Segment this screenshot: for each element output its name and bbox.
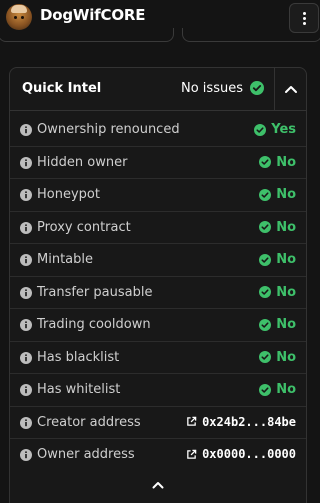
intel-status: No	[259, 155, 296, 170]
chevron-up-icon	[285, 86, 297, 93]
check-circle-icon	[254, 123, 267, 136]
info-icon[interactable]	[20, 189, 32, 201]
intel-status-value: No	[276, 284, 296, 300]
intel-status: No	[259, 187, 296, 202]
external-link-icon	[187, 449, 197, 459]
info-icon[interactable]	[20, 254, 32, 266]
quick-intel-header: Quick Intel No issues	[10, 68, 306, 111]
info-icon[interactable]	[20, 221, 32, 234]
intel-label: Has whitelist	[37, 382, 121, 397]
intel-row-trading-cooldown: Trading cooldown No	[10, 309, 306, 342]
intel-label: Has blacklist	[37, 349, 120, 365]
intel-row-transfer-pausable: Transfer pausable No	[10, 277, 306, 309]
intel-list: Ownership renounced Yes Hidden owner No …	[10, 114, 306, 472]
info-icon[interactable]	[20, 124, 32, 136]
check-circle-icon	[259, 156, 272, 168]
tab-button-left[interactable]	[0, 28, 174, 42]
intel-label: Trading cooldown	[37, 317, 151, 332]
intel-label: Proxy contract	[37, 219, 131, 235]
info-icon[interactable]	[20, 351, 32, 364]
intel-status-value: No	[276, 154, 296, 170]
intel-status: Yes	[254, 122, 296, 137]
check-circle-icon	[259, 188, 272, 201]
intel-row-has-blacklist: Has blacklist No	[10, 342, 306, 374]
check-circle-icon	[250, 81, 264, 95]
scroll-up-button[interactable]	[149, 476, 167, 494]
intel-status: No	[259, 382, 296, 397]
hat-icon	[11, 5, 27, 13]
intel-status-value: No	[276, 317, 296, 332]
intel-status: No	[259, 220, 296, 235]
intel-row-hidden-owner: Hidden owner No	[10, 147, 306, 179]
intel-row-ownership-renounced: Ownership renounced Yes	[10, 114, 306, 147]
kebab-menu-icon	[302, 11, 306, 25]
owner-address-link[interactable]: 0x0000...0000	[186, 447, 296, 461]
intel-row-mintable: Mintable No	[10, 244, 306, 277]
intel-row-owner-address: Owner address 0x0000...0000	[10, 439, 306, 472]
check-circle-icon	[259, 286, 272, 298]
eye-icon	[21, 16, 24, 19]
token-header: DogWifCORE	[0, 0, 320, 44]
chevron-up-icon	[152, 482, 164, 489]
intel-label: Mintable	[37, 252, 93, 267]
intel-status-value: No	[276, 219, 296, 235]
token-avatar	[6, 4, 32, 30]
info-icon[interactable]	[20, 286, 32, 299]
info-icon[interactable]	[20, 319, 32, 331]
check-circle-icon	[259, 351, 272, 363]
intel-row-proxy-contract: Proxy contract No	[10, 212, 306, 244]
intel-status-value: No	[276, 252, 296, 267]
check-circle-icon	[259, 318, 272, 331]
token-name: DogWifCORE	[40, 6, 146, 24]
info-icon[interactable]	[20, 156, 32, 169]
issues-summary: No issues	[181, 81, 243, 96]
intel-row-honeypot: Honeypot No	[10, 179, 306, 212]
intel-status: No	[259, 317, 296, 332]
intel-label: Owner address	[37, 447, 135, 462]
intel-status: No	[259, 285, 296, 300]
intel-status-value: No	[276, 187, 296, 202]
eye-icon	[14, 16, 17, 19]
owner-address-value: 0x0000...0000	[202, 447, 296, 461]
info-icon[interactable]	[20, 384, 32, 396]
intel-status-value: No	[276, 382, 296, 397]
check-circle-icon	[259, 383, 272, 396]
quick-intel-card: Quick Intel No issues Ownership renounce…	[9, 67, 307, 503]
check-circle-icon	[259, 221, 272, 233]
intel-row-has-whitelist: Has whitelist No	[10, 374, 306, 407]
intel-label: Hidden owner	[37, 154, 128, 170]
external-link-icon	[187, 416, 197, 426]
quick-intel-title: Quick Intel	[22, 81, 102, 96]
token-page: DogWifCORE Quick Intel No issues Ownersh…	[0, 0, 320, 503]
creator-address-value: 0x24b2...84be	[202, 414, 296, 429]
intel-status: No	[259, 252, 296, 267]
tab-button-right[interactable]	[182, 28, 320, 42]
creator-address-link[interactable]: 0x24b2...84be	[186, 415, 296, 429]
intel-status-value: Yes	[271, 122, 296, 137]
intel-row-creator-address: Creator address 0x24b2...84be	[10, 407, 306, 439]
check-circle-icon	[259, 253, 272, 266]
intel-label: Creator address	[37, 414, 141, 430]
intel-status-value: No	[276, 349, 296, 365]
info-icon[interactable]	[20, 416, 32, 429]
intel-label: Transfer pausable	[37, 284, 153, 300]
info-icon[interactable]	[20, 449, 32, 461]
collapse-button[interactable]	[274, 68, 307, 110]
intel-label: Ownership renounced	[37, 122, 180, 137]
intel-status: No	[259, 350, 296, 365]
intel-label: Honeypot	[37, 187, 100, 202]
